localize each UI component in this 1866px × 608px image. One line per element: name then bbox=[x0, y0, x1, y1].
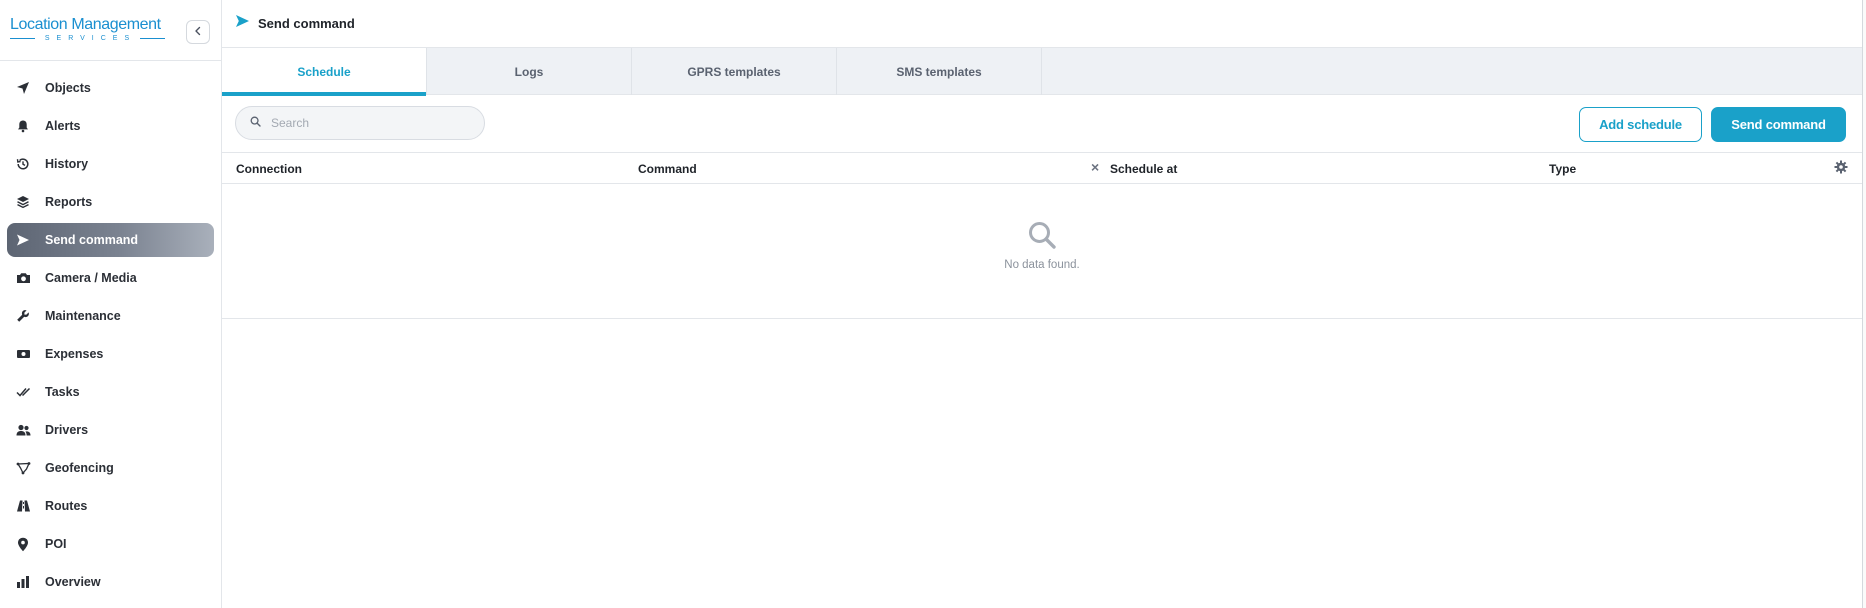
scrollbar[interactable] bbox=[1862, 0, 1866, 608]
send-icon bbox=[15, 232, 31, 248]
road-icon bbox=[15, 498, 31, 514]
column-header-connection[interactable]: Connection bbox=[236, 162, 302, 176]
sidebar-item-label: POI bbox=[45, 537, 67, 551]
money-icon bbox=[15, 346, 31, 362]
collapse-sidebar-button[interactable] bbox=[186, 20, 210, 44]
page-title: Send command bbox=[258, 16, 355, 31]
sidebar-item-label: Tasks bbox=[45, 385, 80, 399]
toolbar: Add schedule Send command bbox=[222, 96, 1862, 152]
column-header-schedule-at[interactable]: Schedule at bbox=[1110, 162, 1177, 176]
tab-bar: Schedule Logs GPRS templates SMS templat… bbox=[222, 48, 1862, 96]
double-check-icon bbox=[15, 384, 31, 400]
sidebar-item-objects[interactable]: Objects bbox=[7, 71, 214, 105]
column-header-command[interactable]: Command bbox=[638, 162, 697, 176]
sidebar-item-routes[interactable]: Routes bbox=[7, 489, 214, 523]
sidebar-item-overview[interactable]: Overview bbox=[7, 565, 214, 599]
sidebar-item-label: Expenses bbox=[45, 347, 104, 361]
sidebar-nav: Objects Alerts History Reports Send comm… bbox=[0, 61, 221, 599]
sidebar-item-label: Objects bbox=[45, 81, 91, 95]
app-window: Location Management SERVICES Objects Ale… bbox=[0, 0, 1866, 608]
layers-icon bbox=[15, 194, 31, 210]
tab-gprs-templates[interactable]: GPRS templates bbox=[632, 48, 837, 95]
brand-area: Location Management SERVICES bbox=[0, 0, 221, 61]
bell-icon bbox=[15, 118, 31, 134]
sidebar-item-camera-media[interactable]: Camera / Media bbox=[7, 261, 214, 295]
sidebar-item-expenses[interactable]: Expenses bbox=[7, 337, 214, 371]
sidebar-item-label: Maintenance bbox=[45, 309, 121, 323]
sidebar-item-history[interactable]: History bbox=[7, 147, 214, 181]
search-icon bbox=[1027, 220, 1057, 255]
sidebar-item-reports[interactable]: Reports bbox=[7, 185, 214, 219]
sidebar-item-alerts[interactable]: Alerts bbox=[7, 109, 214, 143]
search-icon bbox=[250, 114, 261, 132]
sidebar-item-label: Camera / Media bbox=[45, 271, 137, 285]
send-icon bbox=[235, 14, 250, 33]
table-header: Connection Command × Schedule at Type bbox=[222, 153, 1862, 184]
map-pin-icon bbox=[15, 536, 31, 552]
sidebar-item-drivers[interactable]: Drivers bbox=[7, 413, 214, 447]
sidebar-item-poi[interactable]: POI bbox=[7, 527, 214, 561]
tab-schedule[interactable]: Schedule bbox=[222, 48, 427, 96]
sidebar-item-label: Geofencing bbox=[45, 461, 114, 475]
sidebar-item-send-command[interactable]: Send command bbox=[7, 223, 214, 257]
history-icon bbox=[15, 156, 31, 172]
empty-message: No data found. bbox=[1004, 259, 1080, 271]
sidebar-item-label: Routes bbox=[45, 499, 88, 513]
sidebar-item-label: Send command bbox=[45, 233, 139, 247]
schedule-table: Connection Command × Schedule at Type No… bbox=[222, 152, 1862, 319]
logo-title: Location Management bbox=[10, 16, 161, 33]
sidebar-item-label: Reports bbox=[45, 195, 93, 209]
column-header-type[interactable]: Type bbox=[1549, 162, 1576, 176]
sidebar-item-tasks[interactable]: Tasks bbox=[7, 375, 214, 409]
add-schedule-button[interactable]: Add schedule bbox=[1579, 107, 1702, 142]
wrench-icon bbox=[15, 308, 31, 324]
sidebar: Location Management SERVICES Objects Ale… bbox=[0, 0, 222, 608]
sidebar-item-maintenance[interactable]: Maintenance bbox=[7, 299, 214, 333]
chevron-left-icon bbox=[193, 23, 203, 41]
users-icon bbox=[15, 422, 31, 438]
camera-icon bbox=[15, 270, 31, 286]
gear-icon[interactable] bbox=[1834, 160, 1848, 177]
search-input[interactable] bbox=[271, 116, 471, 130]
sidebar-item-label: Drivers bbox=[45, 423, 89, 437]
logo[interactable]: Location Management SERVICES bbox=[10, 16, 165, 42]
search-box[interactable] bbox=[235, 106, 485, 140]
sidebar-item-label: Overview bbox=[45, 575, 101, 589]
sidebar-item-label: Alerts bbox=[45, 119, 81, 133]
navigation-arrow-icon bbox=[15, 80, 31, 96]
clear-filter-icon[interactable]: × bbox=[1091, 159, 1099, 175]
bar-chart-icon bbox=[15, 574, 31, 590]
sidebar-item-label: History bbox=[45, 157, 89, 171]
tab-logs[interactable]: Logs bbox=[427, 48, 632, 95]
logo-subtitle: SERVICES bbox=[44, 35, 137, 42]
polygon-icon bbox=[15, 460, 31, 476]
empty-state: No data found. bbox=[222, 184, 1862, 318]
sidebar-item-geofencing[interactable]: Geofencing bbox=[7, 451, 214, 485]
page-header: Send command bbox=[222, 0, 1866, 48]
send-command-button[interactable]: Send command bbox=[1711, 107, 1846, 142]
tab-sms-templates[interactable]: SMS templates bbox=[837, 48, 1042, 95]
